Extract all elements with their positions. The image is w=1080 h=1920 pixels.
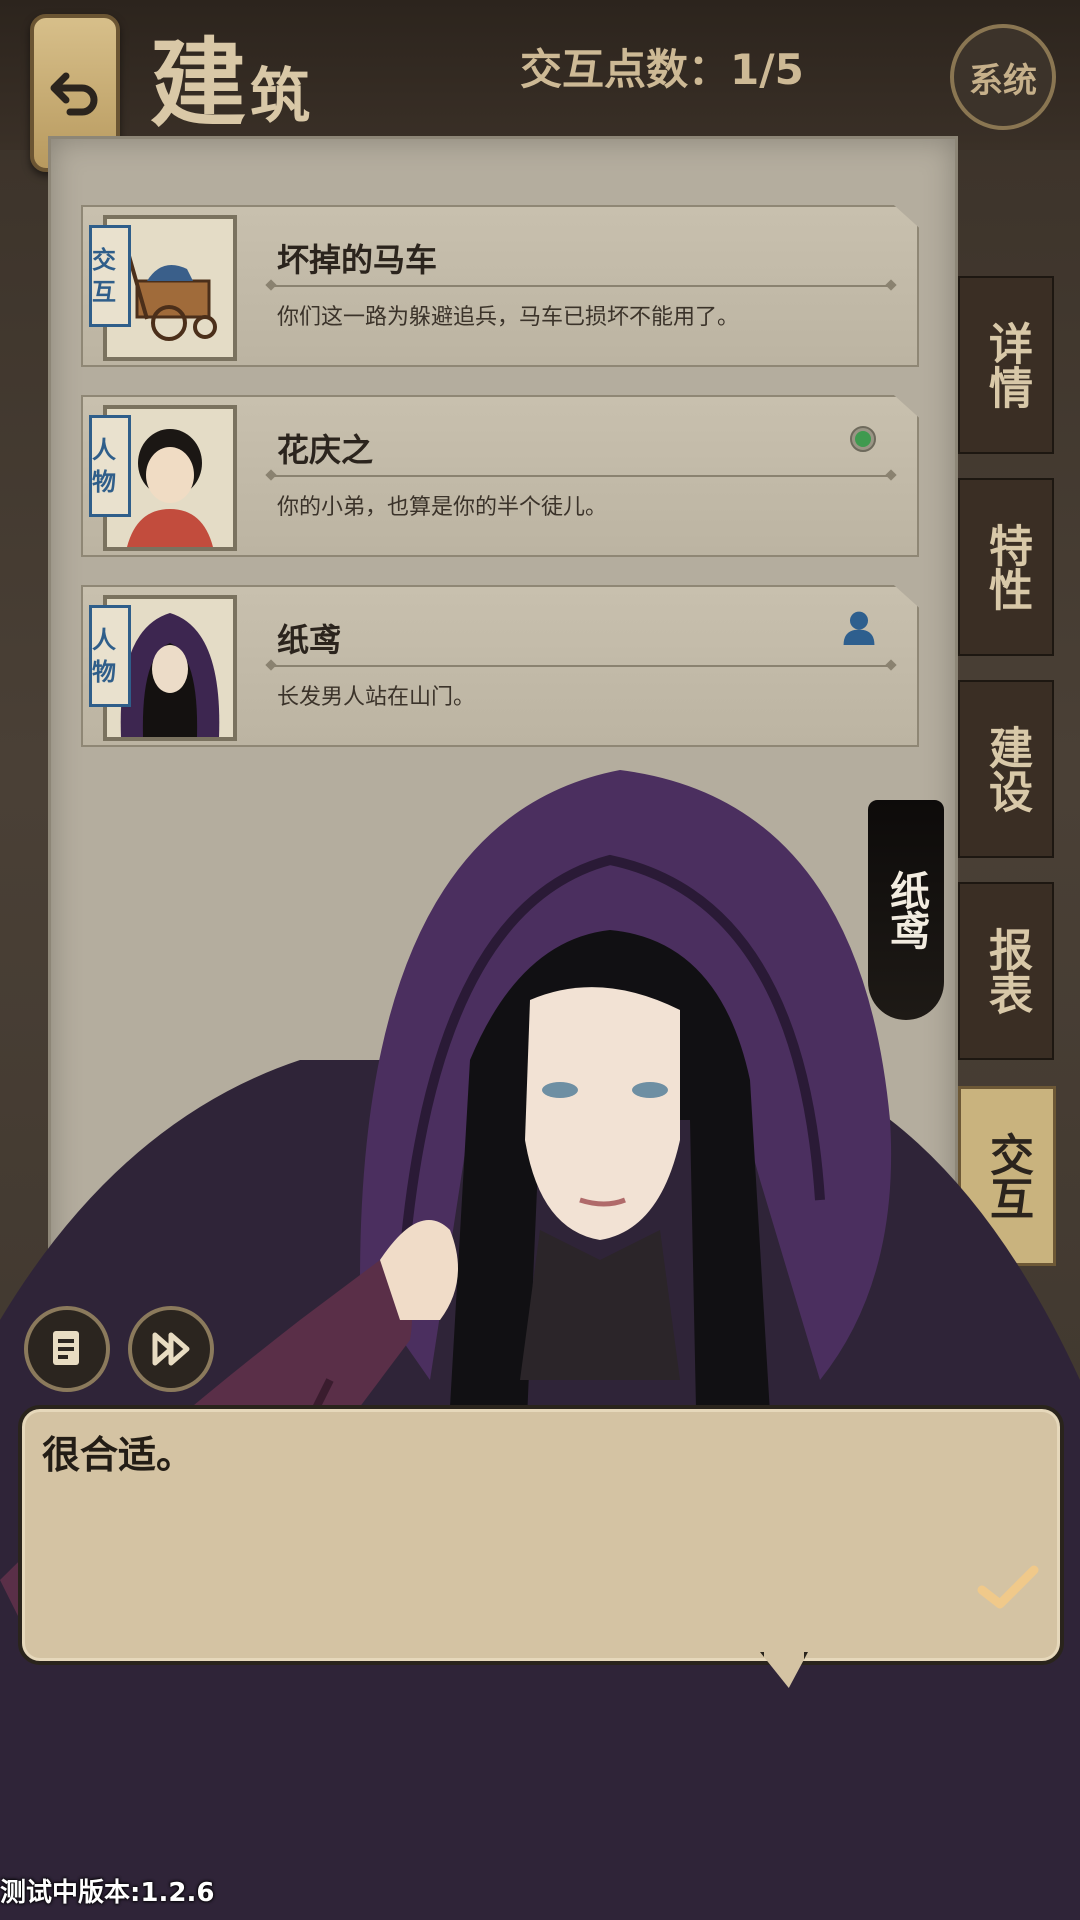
card-desc: 你们这一路为躲避追兵，马车已损坏不能用了。: [277, 305, 740, 330]
tab-details[interactable]: 详情: [958, 276, 1054, 454]
fast-forward-icon: [152, 1332, 190, 1366]
page-title-small: 筑: [250, 62, 314, 132]
list-item[interactable]: 人物 纸鸢 长发男人站在山门。: [81, 585, 919, 747]
card-tag: 交互: [89, 225, 131, 327]
card-tag: 人物: [89, 415, 131, 517]
checkmark-icon[interactable]: [976, 1562, 1040, 1612]
dialogue-text: 很合适。: [42, 1433, 195, 1477]
card-divider: [271, 285, 891, 287]
card-divider: [271, 665, 891, 667]
list-item[interactable]: 交互 坏掉的马车 你们这一路为躲避追兵，马车已损坏不能用了。: [81, 205, 919, 367]
card-desc: 长发男人站在山门。: [277, 685, 476, 710]
card-name: 花庆之: [277, 431, 374, 469]
page-title-big: 建: [150, 27, 250, 140]
tab-traits[interactable]: 特性: [958, 478, 1054, 656]
version-label: 测试中版本:1.2.6: [0, 1878, 215, 1908]
list-item[interactable]: 人物 花庆之 你的小弟，也算是你的半个徒儿。: [81, 395, 919, 557]
card-name: 纸鸢: [277, 621, 342, 659]
log-button[interactable]: [24, 1306, 110, 1392]
card-tag: 人物: [89, 605, 131, 707]
card-desc: 你的小弟，也算是你的半个徒儿。: [277, 495, 608, 520]
interaction-points: 交互点数：1/5: [520, 45, 804, 94]
log-icon: [53, 1331, 79, 1365]
card-name: 坏掉的马车: [277, 241, 438, 279]
back-arrow-icon: [50, 72, 98, 116]
person-icon: [843, 611, 875, 645]
page-title: 建筑: [150, 6, 314, 145]
fast-forward-button[interactable]: [128, 1306, 214, 1392]
green-dot-icon: [850, 426, 876, 452]
speaker-name-banner: 纸鸢: [868, 800, 944, 1020]
system-button[interactable]: 系统: [950, 24, 1056, 130]
card-divider: [271, 475, 891, 477]
